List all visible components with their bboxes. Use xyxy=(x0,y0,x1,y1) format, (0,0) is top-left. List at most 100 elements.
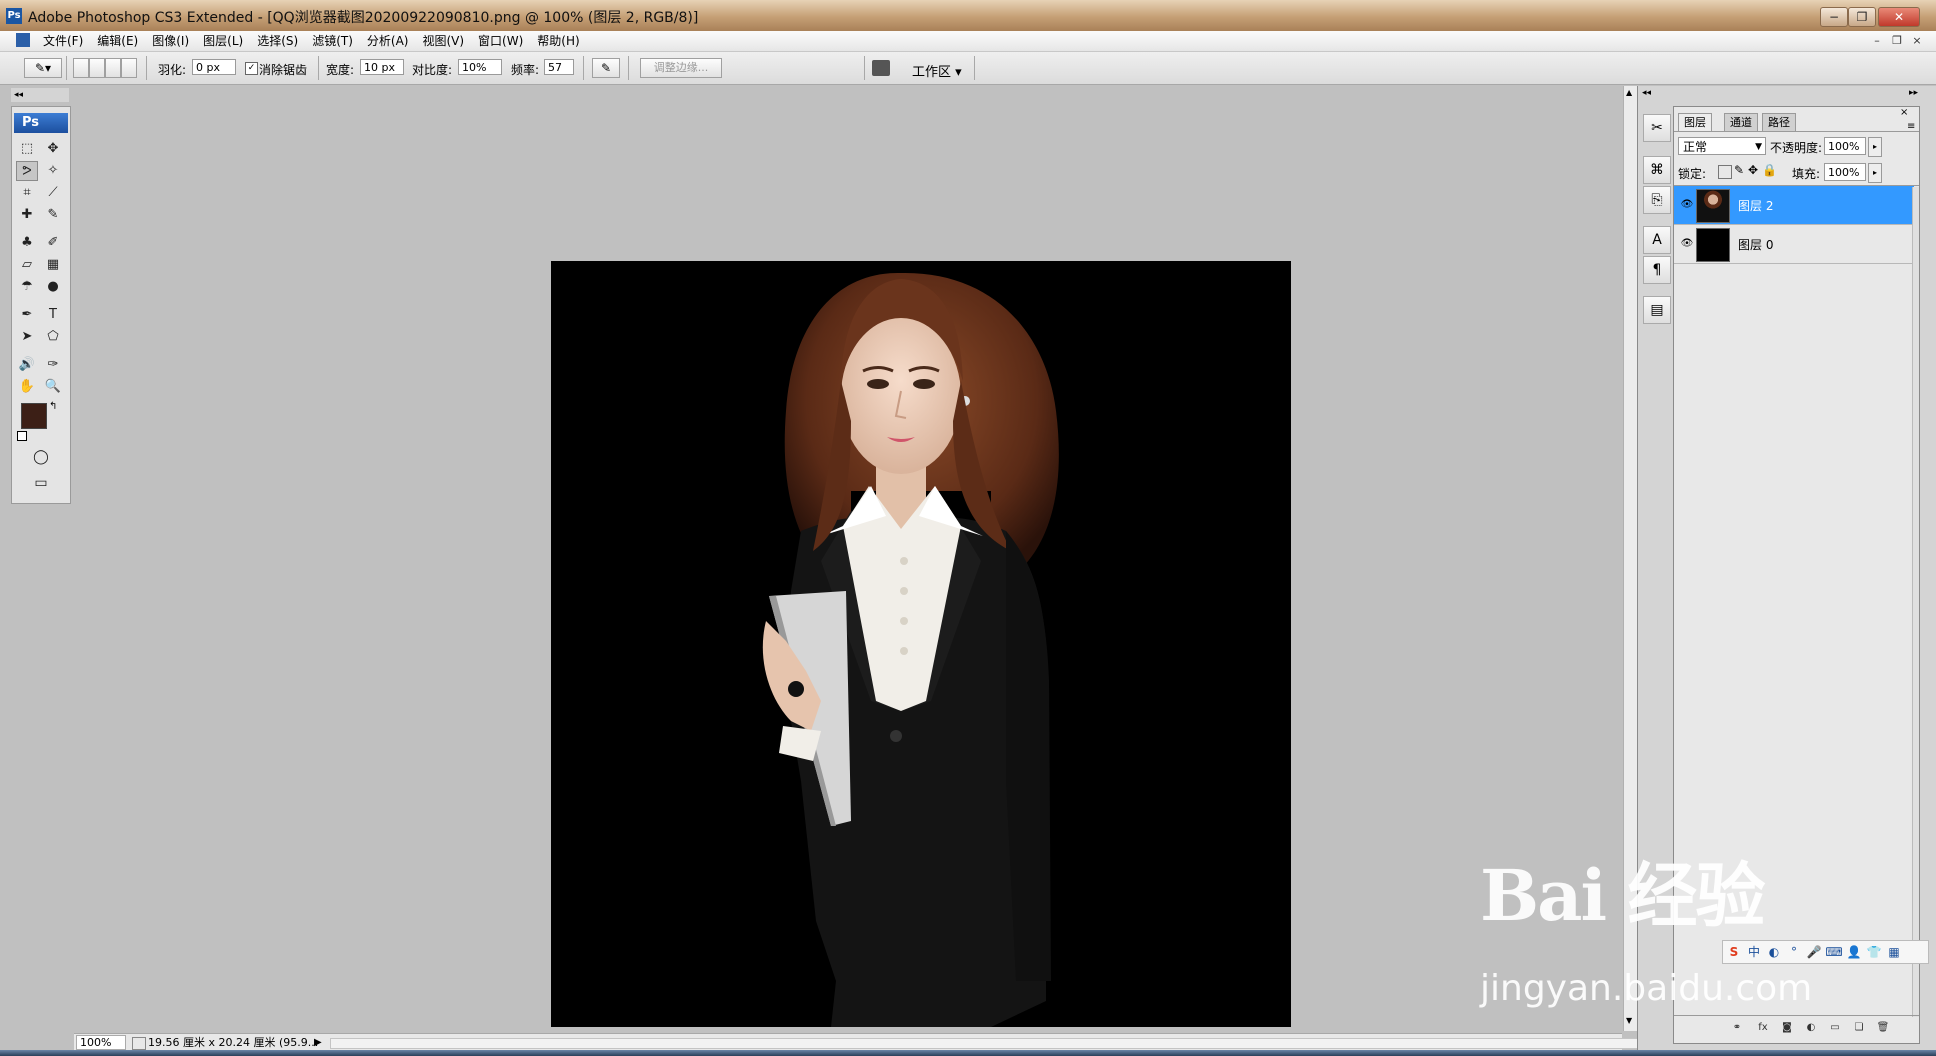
healing-brush-tool-icon[interactable]: ✚ xyxy=(16,205,38,225)
menu-item[interactable]: 窗口(W) xyxy=(471,31,530,51)
blend-mode-select[interactable]: 正常 ▼ xyxy=(1678,137,1766,155)
image-canvas[interactable] xyxy=(551,261,1291,1027)
brush-tool-icon[interactable]: ✎ xyxy=(42,205,64,225)
doc-minimize-button[interactable]: – xyxy=(1868,35,1886,47)
horizontal-scrollbar[interactable] xyxy=(330,1038,1692,1049)
fill-input[interactable]: 100% xyxy=(1824,163,1866,181)
menu-item[interactable]: 文件(F) xyxy=(36,31,90,51)
notes-tool-icon[interactable]: 🔊 xyxy=(16,355,38,375)
menu-item[interactable]: 编辑(E) xyxy=(90,31,145,51)
close-button[interactable]: ✕ xyxy=(1878,7,1920,27)
separator xyxy=(974,56,975,80)
layer-mask-icon[interactable]: ◙ xyxy=(1780,1021,1794,1035)
history-panel-icon[interactable]: ⌘ xyxy=(1643,156,1671,184)
slice-tool-icon[interactable]: ⟋ xyxy=(42,183,64,203)
eraser-tool-icon[interactable]: ▱ xyxy=(16,255,38,275)
tool-preset-picker[interactable]: ✎▾ xyxy=(24,58,62,78)
opacity-slider-arrow-icon[interactable]: ▸ xyxy=(1868,137,1882,157)
lock-transparent-icon[interactable] xyxy=(1718,165,1732,179)
dodge-tool-icon[interactable]: ● xyxy=(42,277,64,297)
new-selection-icon[interactable] xyxy=(73,58,89,78)
menu-item[interactable]: 图层(L) xyxy=(196,31,250,51)
history-brush-tool-icon[interactable]: ✐ xyxy=(42,233,64,253)
dock-expand-icon[interactable]: ◂◂ xyxy=(1642,88,1651,98)
workspace-button[interactable]: 工作区 ▾ xyxy=(912,61,962,80)
path-selection-tool-icon[interactable]: ➤ xyxy=(16,327,38,347)
new-layer-icon[interactable]: ❏ xyxy=(1852,1021,1866,1035)
frequency-label: 频率: xyxy=(511,63,540,77)
blend-mode-value: 正常 xyxy=(1683,140,1708,154)
layer-row[interactable]: 👁 图层 2 xyxy=(1674,186,1914,225)
doc-close-button[interactable]: × xyxy=(1908,35,1926,47)
hand-tool-icon[interactable]: ✋ xyxy=(16,377,38,397)
frequency-input[interactable]: 57 xyxy=(544,59,574,75)
antialias-checkbox[interactable]: ✓ xyxy=(245,62,258,75)
foreground-color-swatch[interactable] xyxy=(21,403,47,429)
screen-mode-icon[interactable]: ▭ xyxy=(30,473,52,493)
opacity-input[interactable]: 100% xyxy=(1824,137,1866,155)
visibility-eye-icon[interactable]: 👁 xyxy=(1680,198,1694,212)
new-group-icon[interactable]: ▭ xyxy=(1828,1021,1842,1035)
minimize-button[interactable]: − xyxy=(1820,7,1848,27)
layer-row[interactable]: 👁 图层 0 xyxy=(1674,225,1914,264)
shape-tool-icon[interactable]: ⬠ xyxy=(42,327,64,347)
layer-style-icon[interactable]: fx xyxy=(1756,1021,1770,1035)
contrast-input[interactable]: 10% xyxy=(458,59,502,75)
panel-tab[interactable]: 通道 xyxy=(1724,113,1758,131)
layer-comps-panel-icon[interactable]: ▤ xyxy=(1643,296,1671,324)
blur-tool-icon[interactable]: ☂ xyxy=(16,277,38,297)
bridge-icon[interactable] xyxy=(872,60,890,76)
menu-item[interactable]: 帮助(H) xyxy=(530,31,586,51)
default-colors-icon[interactable] xyxy=(17,431,27,441)
menu-item[interactable]: 选择(S) xyxy=(250,31,305,51)
magnetic-lasso-tool-icon[interactable]: ᕗ xyxy=(16,161,38,181)
scroll-up-icon[interactable]: ▲ xyxy=(1626,88,1632,97)
navigator-panel-icon[interactable]: ✂ xyxy=(1643,114,1671,142)
feather-input[interactable]: 0 px xyxy=(192,59,236,75)
marquee-tool-icon[interactable]: ⬚ xyxy=(16,139,38,159)
toolbox-collapse-icon[interactable]: ◂◂ xyxy=(11,88,69,102)
panel-close-icon[interactable]: × xyxy=(1900,107,1908,118)
zoom-tool-icon[interactable]: 🔍 xyxy=(42,377,64,397)
crop-tool-icon[interactable]: ⌗ xyxy=(16,183,38,203)
pen-tool-icon[interactable]: ✒ xyxy=(16,305,38,325)
zoom-level-field[interactable]: 100% xyxy=(76,1035,126,1050)
move-tool-icon[interactable]: ✥ xyxy=(42,139,64,159)
quick-mask-icon[interactable]: ◯ xyxy=(30,447,52,467)
doc-restore-button[interactable]: ❐ xyxy=(1888,35,1906,47)
swap-colors-icon[interactable]: ↰ xyxy=(49,401,57,412)
clone-stamp-tool-icon[interactable]: ♣ xyxy=(16,233,38,253)
delete-layer-icon[interactable]: 🗑 xyxy=(1876,1021,1890,1035)
status-info-icon[interactable] xyxy=(132,1037,146,1050)
subtract-selection-icon[interactable] xyxy=(105,58,121,78)
adjustment-layer-icon[interactable]: ◐ xyxy=(1804,1021,1818,1035)
character-panel-icon[interactable]: A xyxy=(1643,226,1671,254)
menu-item[interactable]: 滤镜(T) xyxy=(305,31,360,51)
add-to-selection-icon[interactable] xyxy=(89,58,105,78)
menu-item[interactable]: 图像(I) xyxy=(145,31,196,51)
panel-tab[interactable]: 图层 xyxy=(1678,113,1712,131)
panel-tab[interactable]: 路径 xyxy=(1762,113,1796,131)
tablet-pressure-icon[interactable]: ✎ xyxy=(592,58,620,78)
gradient-tool-icon[interactable]: ▦ xyxy=(42,255,64,275)
width-input[interactable]: 10 px xyxy=(360,59,404,75)
panel-collapse-icon[interactable]: ▸▸ xyxy=(1909,88,1918,98)
eyedropper-tool-icon[interactable]: ✑ xyxy=(42,355,64,375)
lock-pixels-icon[interactable]: ✎ xyxy=(1734,163,1744,177)
type-tool-icon[interactable]: T xyxy=(42,305,64,325)
actions-panel-icon[interactable]: ⎘ xyxy=(1643,186,1671,214)
visibility-eye-icon[interactable]: 👁 xyxy=(1680,237,1694,251)
restore-button[interactable]: ❐ xyxy=(1848,7,1876,27)
lock-all-icon[interactable]: 🔒 xyxy=(1762,163,1777,177)
menu-item[interactable]: 分析(A) xyxy=(360,31,416,51)
magic-wand-tool-icon[interactable]: ✧ xyxy=(42,161,64,181)
lock-position-icon[interactable]: ✥ xyxy=(1748,163,1758,177)
document-icon[interactable] xyxy=(16,33,30,47)
fill-slider-arrow-icon[interactable]: ▸ xyxy=(1868,163,1882,183)
intersect-selection-icon[interactable] xyxy=(121,58,137,78)
status-menu-arrow-icon[interactable]: ▶ xyxy=(314,1034,322,1051)
link-layers-icon[interactable]: ⚭ xyxy=(1730,1021,1744,1035)
menu-item[interactable]: 视图(V) xyxy=(415,31,471,51)
paragraph-panel-icon[interactable]: ¶ xyxy=(1643,256,1671,284)
refine-edge-button[interactable]: 调整边缘... xyxy=(640,58,722,78)
